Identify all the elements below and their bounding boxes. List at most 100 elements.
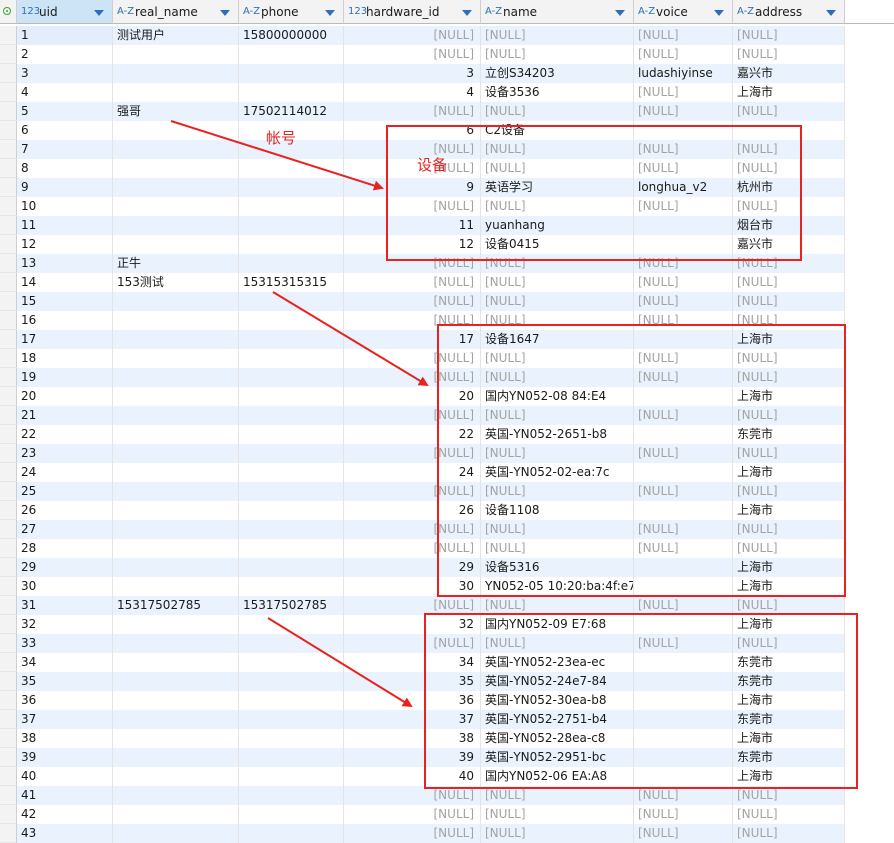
- column-header-real-name[interactable]: A-Z real_name: [113, 0, 239, 24]
- cell-phone[interactable]: [239, 691, 344, 710]
- table-row[interactable]: 28 [NULL] [NULL] [NULL] [NULL]: [0, 539, 894, 558]
- cell-voice[interactable]: [634, 710, 733, 729]
- cell-real-name[interactable]: 正牛: [113, 254, 239, 273]
- cell-uid[interactable]: 40: [17, 767, 113, 786]
- row-header[interactable]: [0, 691, 17, 710]
- cell-address[interactable]: 上海市: [733, 577, 845, 596]
- cell-hardware-id[interactable]: [NULL]: [344, 596, 481, 615]
- cell-phone[interactable]: [239, 368, 344, 387]
- row-header[interactable]: [0, 824, 17, 843]
- cell-uid[interactable]: 28: [17, 539, 113, 558]
- cell-phone[interactable]: [239, 748, 344, 767]
- cell-address[interactable]: 东莞市: [733, 672, 845, 691]
- cell-uid[interactable]: 16: [17, 311, 113, 330]
- table-row[interactable]: 13 正牛 [NULL] [NULL] [NULL] [NULL]: [0, 254, 894, 273]
- row-header[interactable]: [0, 311, 17, 330]
- table-row[interactable]: 35 35 英国-YN052-24e7-84 东莞市: [0, 672, 894, 691]
- cell-phone[interactable]: [239, 482, 344, 501]
- cell-hardware-id[interactable]: [NULL]: [344, 406, 481, 425]
- cell-voice[interactable]: [634, 748, 733, 767]
- cell-real-name[interactable]: [113, 178, 239, 197]
- cell-phone[interactable]: [239, 178, 344, 197]
- row-header[interactable]: [0, 786, 17, 805]
- cell-voice[interactable]: [634, 463, 733, 482]
- cell-hardware-id[interactable]: 6: [344, 121, 481, 140]
- cell-name[interactable]: [NULL]: [481, 596, 634, 615]
- cell-real-name[interactable]: [113, 805, 239, 824]
- cell-voice[interactable]: [634, 577, 733, 596]
- row-header[interactable]: [0, 216, 17, 235]
- cell-voice[interactable]: [NULL]: [634, 520, 733, 539]
- cell-phone[interactable]: [239, 824, 344, 843]
- cell-real-name[interactable]: [113, 292, 239, 311]
- cell-phone[interactable]: [239, 292, 344, 311]
- row-header[interactable]: [0, 406, 17, 425]
- cell-name[interactable]: [NULL]: [481, 273, 634, 292]
- table-row[interactable]: 3 3 立创S34203 ludashiyinse 嘉兴市: [0, 64, 894, 83]
- cell-uid[interactable]: 22: [17, 425, 113, 444]
- chevron-down-icon[interactable]: [220, 10, 230, 16]
- cell-real-name[interactable]: 测试用户: [113, 26, 239, 45]
- cell-voice[interactable]: [NULL]: [634, 102, 733, 121]
- cell-uid[interactable]: 42: [17, 805, 113, 824]
- cell-real-name[interactable]: [113, 558, 239, 577]
- cell-name[interactable]: [NULL]: [481, 254, 634, 273]
- cell-phone[interactable]: [239, 349, 344, 368]
- row-header[interactable]: [0, 368, 17, 387]
- cell-phone[interactable]: 15800000000: [239, 26, 344, 45]
- cell-hardware-id[interactable]: 26: [344, 501, 481, 520]
- cell-address[interactable]: 上海市: [733, 463, 845, 482]
- row-header[interactable]: [0, 501, 17, 520]
- cell-voice[interactable]: [NULL]: [634, 596, 733, 615]
- cell-real-name[interactable]: [113, 748, 239, 767]
- cell-voice[interactable]: [634, 767, 733, 786]
- cell-hardware-id[interactable]: [NULL]: [344, 444, 481, 463]
- cell-name[interactable]: 国内YN052-06 EA:A8: [481, 767, 634, 786]
- cell-name[interactable]: [NULL]: [481, 159, 634, 178]
- cell-name[interactable]: [NULL]: [481, 140, 634, 159]
- cell-name[interactable]: 英国-YN052-28ea-c8: [481, 729, 634, 748]
- cell-voice[interactable]: [NULL]: [634, 45, 733, 64]
- chevron-down-icon[interactable]: [826, 10, 836, 16]
- cell-address[interactable]: [NULL]: [733, 273, 845, 292]
- row-header[interactable]: [0, 26, 17, 45]
- cell-voice[interactable]: [634, 501, 733, 520]
- row-header[interactable]: [0, 539, 17, 558]
- table-row[interactable]: 3030YN052-05 10:20:ba:4f:e7:b8上海市: [0, 577, 894, 596]
- cell-voice[interactable]: [NULL]: [634, 140, 733, 159]
- table-row[interactable]: 32 32 国内YN052-09 E7:68 上海市: [0, 615, 894, 634]
- cell-address[interactable]: [NULL]: [733, 45, 845, 64]
- cell-phone[interactable]: [239, 520, 344, 539]
- row-header[interactable]: [0, 653, 17, 672]
- row-header[interactable]: [0, 767, 17, 786]
- cell-uid[interactable]: 43: [17, 824, 113, 843]
- cell-name[interactable]: 国内YN052-09 E7:68: [481, 615, 634, 634]
- cell-real-name[interactable]: 15317502785: [113, 596, 239, 615]
- cell-hardware-id[interactable]: 17: [344, 330, 481, 349]
- cell-name[interactable]: 英国-YN052-24e7-84: [481, 672, 634, 691]
- cell-hardware-id[interactable]: 39: [344, 748, 481, 767]
- cell-address[interactable]: [NULL]: [733, 368, 845, 387]
- cell-address[interactable]: [NULL]: [733, 254, 845, 273]
- cell-phone[interactable]: [239, 767, 344, 786]
- cell-phone[interactable]: [239, 83, 344, 102]
- cell-name[interactable]: [NULL]: [481, 520, 634, 539]
- cell-name[interactable]: 英国-YN052-2951-bc: [481, 748, 634, 767]
- cell-voice[interactable]: [634, 235, 733, 254]
- cell-hardware-id[interactable]: [NULL]: [344, 520, 481, 539]
- cell-address[interactable]: [NULL]: [733, 520, 845, 539]
- cell-real-name[interactable]: [113, 824, 239, 843]
- table-row[interactable]: 21 [NULL] [NULL] [NULL] [NULL]: [0, 406, 894, 425]
- cell-uid[interactable]: 31: [17, 596, 113, 615]
- cell-voice[interactable]: longhua_v2: [634, 178, 733, 197]
- cell-name[interactable]: [NULL]: [481, 805, 634, 824]
- cell-name[interactable]: 英国-YN052-23ea-ec: [481, 653, 634, 672]
- table-row[interactable]: 11 11 yuanhang 烟台市: [0, 216, 894, 235]
- cell-name[interactable]: [NULL]: [481, 786, 634, 805]
- cell-real-name[interactable]: [113, 406, 239, 425]
- cell-voice[interactable]: [634, 121, 733, 140]
- row-header[interactable]: [0, 387, 17, 406]
- row-header[interactable]: [0, 558, 17, 577]
- cell-address[interactable]: 杭州市: [733, 178, 845, 197]
- table-row[interactable]: 22 22 英国-YN052-2651-b8 东莞市: [0, 425, 894, 444]
